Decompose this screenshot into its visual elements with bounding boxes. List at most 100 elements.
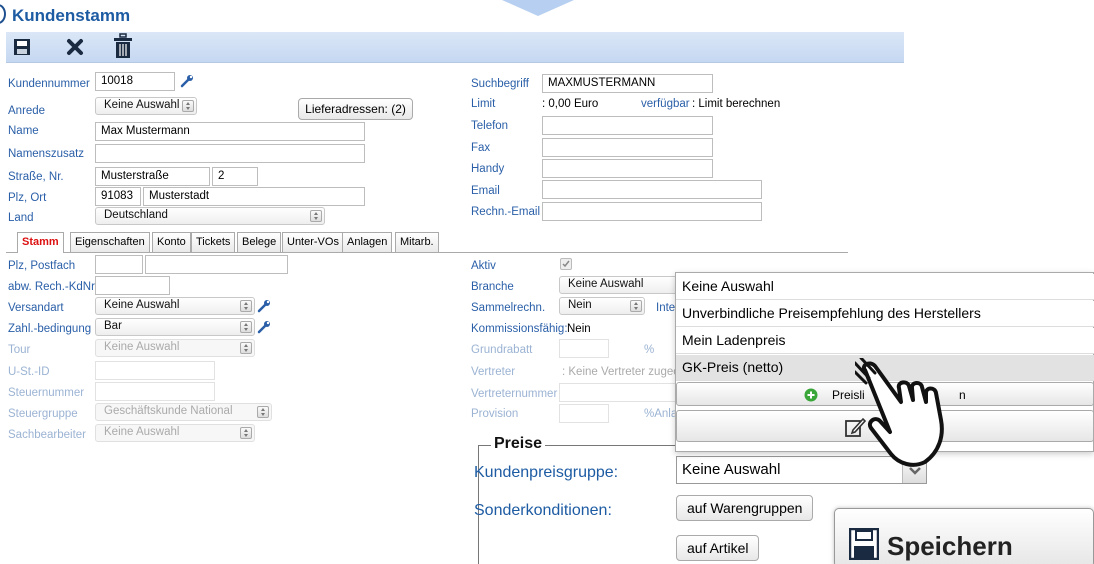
strasse-label: Straße, Nr. bbox=[8, 171, 64, 183]
name-input[interactable]: Max Mustermann bbox=[95, 122, 365, 141]
page-title: Kundenstamm bbox=[12, 6, 131, 25]
wrench-icon[interactable] bbox=[257, 320, 271, 334]
tab-konto[interactable]: Konto bbox=[152, 232, 191, 252]
grundrabatt-unit: % bbox=[644, 344, 655, 356]
suchbegriff-label: Suchbegriff bbox=[471, 78, 529, 90]
artikel-button[interactable]: auf Artikel bbox=[676, 535, 760, 561]
pointer-triangle bbox=[502, 0, 574, 16]
vertreternummer-label: Vertreternummer bbox=[471, 388, 558, 400]
select-arrow-icon bbox=[310, 210, 322, 222]
versandart-select-value: Keine Auswahl bbox=[104, 299, 180, 311]
trash-icon[interactable] bbox=[113, 33, 133, 59]
tour-select-value: Keine Auswahl bbox=[104, 341, 180, 353]
steuernummer-input[interactable] bbox=[95, 382, 215, 401]
anrede-label: Anrede bbox=[8, 105, 46, 117]
select-arrow-icon bbox=[240, 300, 252, 312]
land-select[interactable]: Deutschland bbox=[95, 207, 325, 225]
wrench-icon[interactable] bbox=[180, 74, 194, 88]
dropdown-option[interactable]: Keine Auswahl bbox=[676, 274, 1094, 300]
handy-input[interactable] bbox=[542, 159, 713, 178]
anrede-select[interactable]: Keine Auswahl bbox=[95, 97, 197, 115]
header-circle-edge bbox=[0, 4, 6, 24]
sachbearbeiter-label: Sachbearbeiter bbox=[8, 429, 86, 441]
select-arrow-icon bbox=[240, 321, 252, 333]
postfach-input[interactable] bbox=[145, 255, 288, 274]
rechn-email-label: Rechn.-Email bbox=[471, 206, 541, 218]
steuernummer-label: Steuernummer bbox=[8, 387, 85, 399]
versandart-select[interactable]: Keine Auswahl bbox=[95, 297, 255, 315]
wrench-icon[interactable] bbox=[257, 299, 271, 313]
tab-bar-line bbox=[6, 252, 848, 253]
grundrabatt-label: Grundrabatt bbox=[471, 344, 533, 356]
strasse-input[interactable]: Musterstraße bbox=[95, 167, 210, 186]
tab-eigenschaften[interactable]: Eigenschaften bbox=[70, 232, 150, 252]
select-arrow-icon bbox=[240, 427, 252, 439]
speichern-label: Speichern bbox=[887, 531, 1013, 561]
anrede-select-value: Keine Auswahl bbox=[104, 99, 180, 111]
fax-input[interactable] bbox=[542, 138, 713, 157]
grundrabatt-input[interactable] bbox=[559, 339, 609, 358]
ort-input[interactable]: Musterstadt bbox=[143, 187, 365, 206]
speichern-button[interactable]: Speichern bbox=[834, 508, 1094, 564]
tab-unter-vos[interactable]: Unter-VOs bbox=[282, 232, 344, 252]
namenszusatz-input[interactable] bbox=[95, 144, 365, 163]
select-arrow-icon bbox=[182, 100, 194, 112]
plus-icon bbox=[804, 388, 818, 402]
aktiv-checkbox[interactable] bbox=[560, 258, 572, 270]
branche-select-value: Keine Auswahl bbox=[568, 278, 644, 290]
branche-label: Branche bbox=[471, 281, 514, 293]
kommissionsfaehig-value: Nein bbox=[567, 323, 591, 335]
fax-label: Fax bbox=[471, 142, 491, 154]
plz-input[interactable]: 91083 bbox=[95, 187, 141, 206]
email-label: Email bbox=[471, 185, 500, 197]
verfuegbar-link[interactable]: verfügbar bbox=[641, 98, 690, 110]
postfach-plz-input[interactable] bbox=[95, 255, 143, 274]
provision-label: Provision bbox=[471, 408, 519, 420]
vertreternummer-input[interactable] bbox=[559, 383, 679, 402]
preise-legend: Preise bbox=[491, 435, 546, 453]
save-icon bbox=[848, 527, 880, 561]
limit-value: : 0,00 Euro bbox=[542, 98, 599, 110]
sammelrechn-select-value: Nein bbox=[568, 299, 592, 311]
inte-label: Inte bbox=[656, 302, 676, 314]
abw-rech-input[interactable] bbox=[95, 276, 170, 295]
ust-id-input[interactable] bbox=[95, 361, 215, 380]
abw-rech-label: abw. Rech.-KdNr bbox=[8, 281, 95, 293]
dropdown-option[interactable]: Mein Ladenpreis bbox=[676, 328, 1094, 354]
kundennummer-input[interactable]: 10018 bbox=[95, 72, 175, 91]
save-icon[interactable] bbox=[13, 38, 31, 56]
sammelrechn-select[interactable]: Nein bbox=[559, 297, 645, 315]
tab-belege[interactable]: Belege bbox=[237, 232, 282, 252]
telefon-input[interactable] bbox=[542, 116, 713, 135]
zahlbedingung-select[interactable]: Bar bbox=[95, 318, 255, 336]
tour-select[interactable]: Keine Auswahl bbox=[95, 339, 255, 357]
kommissionsfaehig-label: Kommissionsfähig: bbox=[471, 323, 568, 335]
sonderkonditionen-label: Sonderkonditionen: bbox=[474, 502, 612, 519]
toolbar bbox=[6, 32, 904, 63]
close-icon[interactable] bbox=[66, 38, 84, 56]
tab-stamm[interactable]: Stamm bbox=[17, 232, 64, 253]
kundennummer-label: Kundennummer bbox=[8, 78, 90, 90]
steuergruppe-label: Steuergruppe bbox=[8, 408, 78, 420]
hand-cursor-icon bbox=[853, 356, 980, 470]
tab-anlagen[interactable]: Anlagen bbox=[342, 232, 393, 252]
land-label: Land bbox=[8, 212, 34, 224]
sachbearbeiter-select[interactable]: Keine Auswahl bbox=[95, 424, 255, 442]
dropdown-option[interactable]: Unverbindliche Preisempfehlung des Herst… bbox=[676, 301, 1094, 327]
branche-select[interactable]: Keine Auswahl bbox=[559, 276, 679, 294]
zahlbedingung-label: Zahl.-bedingung bbox=[8, 323, 92, 335]
limit-label: Limit bbox=[471, 98, 496, 110]
steuergruppe-select[interactable]: Geschäftskunde National bbox=[95, 403, 272, 421]
versandart-label: Versandart bbox=[8, 302, 64, 314]
select-arrow-icon bbox=[240, 342, 252, 354]
suchbegriff-input[interactable]: MAXMUSTERMANN bbox=[542, 74, 713, 93]
tab-tickets[interactable]: Tickets bbox=[191, 232, 236, 252]
provision-input[interactable] bbox=[559, 404, 609, 423]
lieferadressen-button[interactable]: Lieferadressen: (2) bbox=[298, 98, 413, 120]
email-input[interactable] bbox=[542, 180, 762, 199]
warengruppen-button[interactable]: auf Warengruppen bbox=[676, 495, 814, 521]
tab-mitarb[interactable]: Mitarb. bbox=[395, 232, 439, 252]
rechn-email-input[interactable] bbox=[542, 202, 762, 221]
hausnummer-input[interactable]: 2 bbox=[212, 167, 258, 186]
select-arrow-icon bbox=[257, 406, 269, 418]
